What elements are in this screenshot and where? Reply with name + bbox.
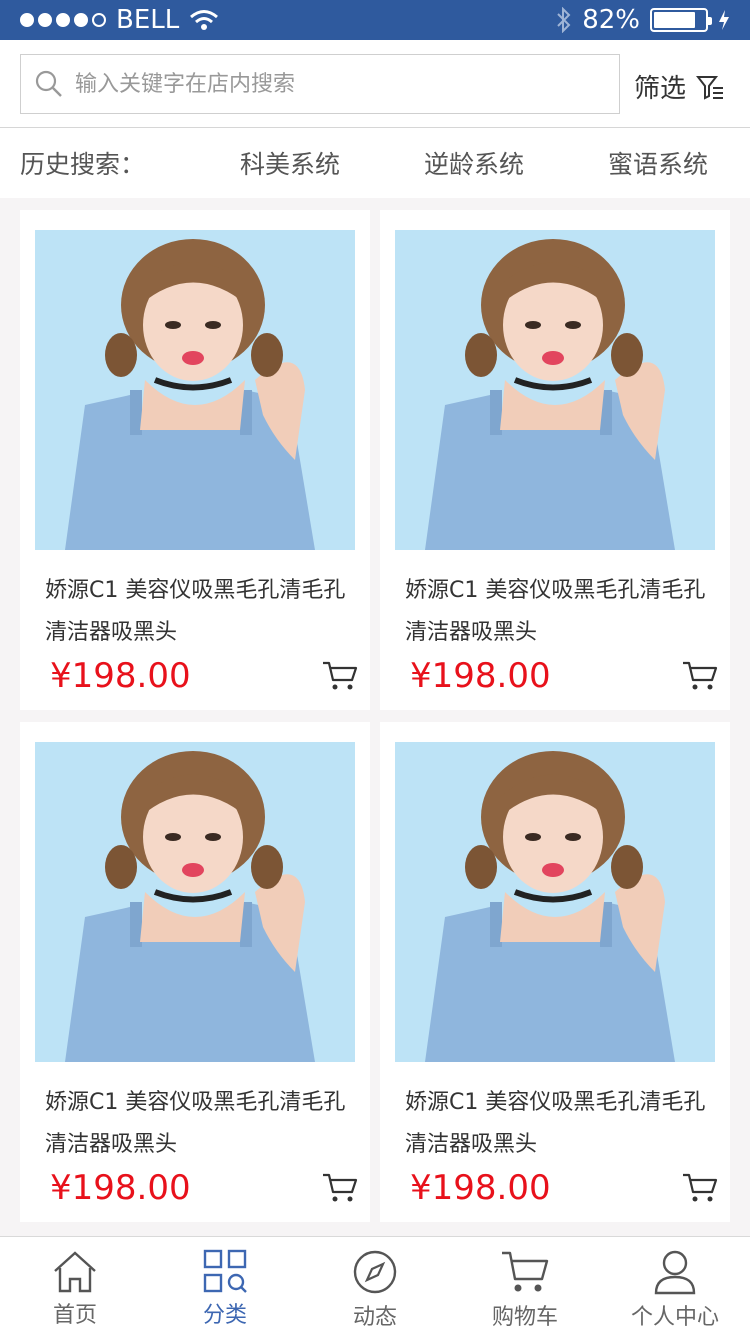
product-card[interactable]: 娇源C1 美容仪吸黑毛孔清毛孔清洁器吸黑头 ¥198.00 xyxy=(380,210,730,710)
product-card[interactable]: 娇源C1 美容仪吸黑毛孔清毛孔清洁器吸黑头 ¥198.00 xyxy=(20,722,370,1222)
home-icon xyxy=(54,1251,96,1293)
add-to-cart-icon[interactable] xyxy=(682,660,718,692)
tab-moments[interactable]: 动态 xyxy=(300,1237,450,1334)
tab-category[interactable]: 分类 xyxy=(150,1237,300,1334)
product-image[interactable] xyxy=(35,742,355,1062)
search-box[interactable] xyxy=(20,54,620,114)
tab-home[interactable]: 首页 xyxy=(0,1237,150,1334)
charging-bolt-icon xyxy=(719,10,729,30)
product-photo-illustration xyxy=(395,742,715,1062)
tab-label: 分类 xyxy=(202,1303,247,1328)
add-to-cart-icon[interactable] xyxy=(322,1172,358,1204)
product-title: 娇源C1 美容仪吸黑毛孔清毛孔清洁器吸黑头 xyxy=(405,1090,706,1157)
cart-icon xyxy=(502,1251,549,1292)
history-item[interactable]: 科美系统 xyxy=(198,145,382,181)
battery-percent: 82% xyxy=(582,5,640,35)
product-card[interactable]: 娇源C1 美容仪吸黑毛孔清毛孔清洁器吸黑头 ¥198.00 xyxy=(380,722,730,1222)
product-title: 娇源C1 美容仪吸黑毛孔清毛孔清洁器吸黑头 xyxy=(45,1090,346,1157)
product-price: ¥198.00 xyxy=(410,1168,551,1208)
search-header: 筛选 xyxy=(0,40,750,128)
product-card[interactable]: 娇源C1 美容仪吸黑毛孔清毛孔清洁器吸黑头 ¥198.00 xyxy=(20,210,370,710)
product-image[interactable] xyxy=(35,230,355,550)
product-photo-illustration xyxy=(35,230,355,550)
product-grid: 娇源C1 美容仪吸黑毛孔清毛孔清洁器吸黑头 ¥198.00 娇源C1 美容仪吸黑… xyxy=(20,210,730,1222)
bluetooth-icon xyxy=(557,7,571,33)
product-price: ¥198.00 xyxy=(410,656,551,696)
wifi-icon xyxy=(190,10,219,30)
add-to-cart-icon[interactable] xyxy=(682,1172,718,1204)
tab-label: 购物车 xyxy=(491,1305,558,1330)
status-left: BELL xyxy=(20,5,219,35)
signal-strength-icon xyxy=(20,13,106,27)
product-photo-illustration xyxy=(35,742,355,1062)
category-icon xyxy=(203,1249,247,1293)
product-title: 娇源C1 美容仪吸黑毛孔清毛孔清洁器吸黑头 xyxy=(405,578,706,645)
tab-profile[interactable]: 个人中心 xyxy=(600,1237,750,1334)
search-icon xyxy=(35,70,62,97)
battery-icon xyxy=(650,8,712,32)
filter-label: 筛选 xyxy=(634,74,687,104)
status-right: 82% xyxy=(556,5,730,35)
battery-level xyxy=(654,12,695,28)
product-price: ¥198.00 xyxy=(50,1168,191,1208)
filter-button[interactable]: 筛选 xyxy=(634,68,724,105)
carrier-name: BELL xyxy=(116,5,180,35)
history-search-bar: 历史搜索： 科美系统 逆龄系统 蜜语系统 xyxy=(0,128,750,198)
product-price: ¥198.00 xyxy=(50,656,191,696)
tab-label: 动态 xyxy=(352,1305,397,1330)
tab-label: 个人中心 xyxy=(630,1305,719,1330)
history-search-label: 历史搜索： xyxy=(20,150,146,179)
filter-icon xyxy=(696,75,724,100)
compass-icon xyxy=(353,1250,397,1294)
add-to-cart-icon[interactable] xyxy=(322,660,358,692)
history-item[interactable]: 蜜语系统 xyxy=(566,145,750,181)
tab-label: 首页 xyxy=(52,1303,97,1328)
tab-cart[interactable]: 购物车 xyxy=(450,1237,600,1334)
search-input[interactable] xyxy=(75,71,575,97)
user-icon xyxy=(654,1250,696,1295)
bottom-tab-bar: 首页 分类 动态 购物车 个人中心 xyxy=(0,1236,750,1334)
product-photo-illustration xyxy=(395,230,715,550)
product-title: 娇源C1 美容仪吸黑毛孔清毛孔清洁器吸黑头 xyxy=(45,578,346,645)
product-image[interactable] xyxy=(395,230,715,550)
product-image[interactable] xyxy=(395,742,715,1062)
status-bar: BELL 82% xyxy=(0,0,750,40)
history-item[interactable]: 逆龄系统 xyxy=(382,145,566,181)
